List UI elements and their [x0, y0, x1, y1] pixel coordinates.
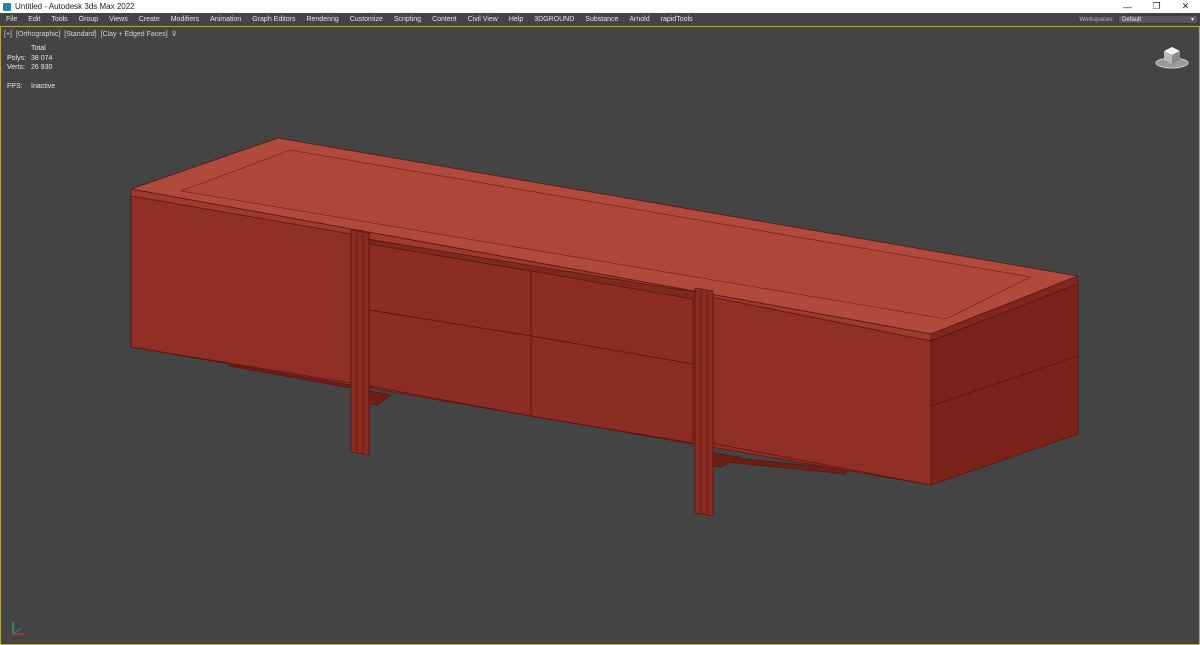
restore-button[interactable]: ❐ — [1142, 0, 1171, 13]
perspective-viewport[interactable]: [+] [Orthographic] [Standard] [Clay + Ed… — [0, 26, 1200, 645]
workspace-label: Workspaces: — [1079, 16, 1114, 23]
window-title: Untitled - Autodesk 3ds Max 2022 — [15, 2, 135, 11]
menu-group[interactable]: Group — [73, 13, 103, 26]
sideboard-model[interactable] — [1, 27, 1199, 644]
close-button[interactable]: ✕ — [1171, 0, 1200, 13]
menu-scripting[interactable]: Scripting — [388, 13, 426, 26]
menu-3dground[interactable]: 3DGROUND — [528, 13, 579, 26]
title-bar: Untitled - Autodesk 3ds Max 2022 — ❐ ✕ — [0, 0, 1200, 13]
menu-animation[interactable]: Animation — [204, 13, 246, 26]
menu-edit[interactable]: Edit — [22, 13, 45, 26]
chevron-down-icon: ▾ — [1190, 17, 1194, 23]
menu-views[interactable]: Views — [103, 13, 133, 26]
app-icon — [3, 2, 11, 11]
menu-content[interactable]: Content — [426, 13, 462, 26]
menu-rapidtools[interactable]: rapidTools — [655, 13, 698, 26]
workspace-dropdown[interactable]: Default ▾ — [1118, 15, 1198, 24]
window-controls: — ❐ ✕ — [1113, 0, 1200, 13]
menu-graph-editors[interactable]: Graph Editors — [246, 13, 300, 26]
menu-create[interactable]: Create — [133, 13, 165, 26]
workspace-value: Default — [1122, 16, 1142, 23]
menu-modifiers[interactable]: Modifiers — [165, 13, 204, 26]
menu-help[interactable]: Help — [503, 13, 528, 26]
menu-substance[interactable]: Substance — [579, 13, 623, 26]
menu-customize[interactable]: Customize — [344, 13, 388, 26]
menu-tools[interactable]: Tools — [45, 13, 72, 26]
menu-rendering[interactable]: Rendering — [300, 13, 343, 26]
menu-bar: File Edit Tools Group Views Create Modif… — [0, 13, 1200, 26]
menu-arnold[interactable]: Arnold — [623, 13, 654, 26]
axis-tripod-icon — [12, 622, 25, 635]
menu-file[interactable]: File — [0, 13, 22, 26]
minimize-button[interactable]: — — [1113, 0, 1142, 13]
menu-civil-view[interactable]: Civil View — [462, 13, 503, 26]
